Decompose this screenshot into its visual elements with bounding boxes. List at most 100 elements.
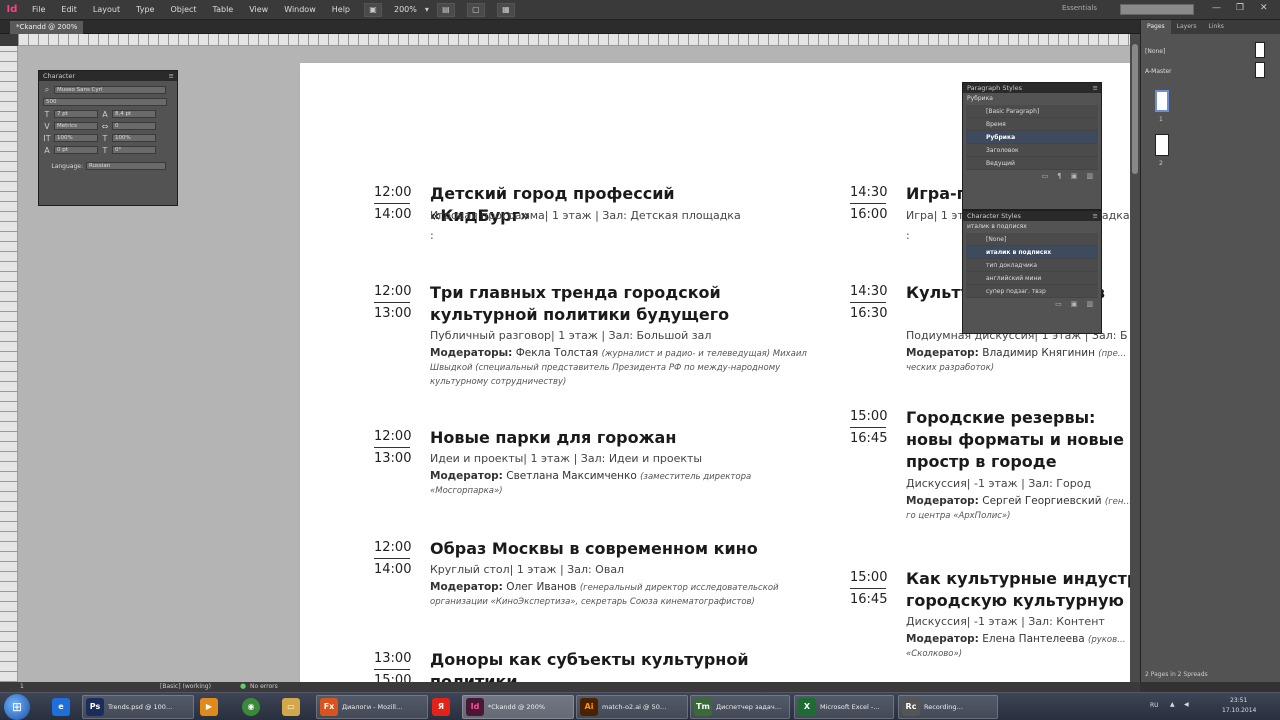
tab-layers[interactable]: Layers <box>1171 20 1203 34</box>
new-style-icon[interactable]: ▣ <box>1071 300 1078 308</box>
screen-mode-icon[interactable]: ▢ <box>466 2 485 17</box>
skew-field[interactable]: 0° <box>112 146 156 154</box>
a-master-label[interactable]: A-Master <box>1145 68 1172 75</box>
clear-overrides-icon[interactable]: ¶ <box>1057 172 1061 180</box>
schedule-entry[interactable]: 15:00 16:45 Как культурные индустр город… <box>850 568 1130 678</box>
end-time: 13:00 <box>374 451 412 466</box>
menu-type[interactable]: Type <box>128 0 162 20</box>
taskbar-task[interactable]: Ai match-o2.ai @ 50… <box>576 695 688 719</box>
paragraph-style-item[interactable]: Заголовок <box>966 144 1098 157</box>
folder-icon[interactable]: ▭ <box>1042 172 1049 180</box>
system-tray: RU ▲ ◀ 23:51 17.10.2014 <box>1150 693 1280 720</box>
schedule-entry[interactable]: 12:00 13:00 Три главных тренда городской… <box>374 282 814 392</box>
paragraph-styles-header[interactable]: Paragraph Styles ≡ <box>963 83 1101 93</box>
explorer-icon[interactable]: ▭ <box>278 695 304 719</box>
taskbar-task[interactable]: Rc Recording… <box>898 695 998 719</box>
character-style-item[interactable]: италик в подписях <box>966 246 1098 259</box>
vertical-scale-field[interactable]: 100% <box>54 134 98 142</box>
leading-field[interactable]: 8,4 pt <box>112 110 156 118</box>
preflight-profile[interactable]: [Basic] (working) <box>160 683 211 690</box>
bridge-icon[interactable]: ▣ <box>364 2 382 17</box>
taskbar-task-active[interactable]: Id *Ckandd @ 200% <box>462 695 574 719</box>
menu-edit[interactable]: Edit <box>53 0 85 20</box>
zoom-level[interactable]: 200% <box>388 5 423 14</box>
maximize-icon[interactable]: ❐ <box>1236 3 1244 13</box>
language-indicator[interactable]: RU <box>1150 702 1159 709</box>
kerning-field[interactable]: Metrics <box>54 122 98 130</box>
arrange-documents-icon[interactable]: ▦ <box>496 2 515 17</box>
menu-window[interactable]: Window <box>276 0 324 20</box>
paragraph-style-item[interactable]: Время <box>966 118 1098 131</box>
folder-icon[interactable]: ▭ <box>1055 300 1062 308</box>
schedule-entry[interactable]: 12:00 13:00 Новые парки для горожан Идеи… <box>374 427 814 507</box>
clock-time[interactable]: 23:51 <box>1230 697 1247 704</box>
character-style-item[interactable]: английский мини <box>966 272 1098 285</box>
ruler-origin[interactable] <box>0 34 18 46</box>
tracking-field[interactable]: 0 <box>112 122 156 130</box>
page-thumbnail[interactable] <box>1155 134 1169 156</box>
vertical-scrollbar-thumb[interactable] <box>1132 44 1138 174</box>
font-size-field[interactable]: 7 pt <box>54 110 98 118</box>
baseline-shift-field[interactable]: 0 pt <box>54 146 98 154</box>
schedule-entry[interactable]: 13:00 15:00 Доноры как субъекты культурн… <box>374 649 814 682</box>
start-button[interactable]: ⊞ <box>4 694 30 720</box>
schedule-entry[interactable]: 12:00 14:00 Детский город профессий «Кид… <box>374 183 794 263</box>
tab-pages[interactable]: Pages <box>1141 20 1171 34</box>
ie-icon[interactable]: e <box>48 695 74 719</box>
none-master-label[interactable]: [None] <box>1145 48 1165 55</box>
taskbar-task[interactable]: Tm Диспетчер задач… <box>690 695 790 719</box>
character-styles-header[interactable]: Character Styles ≡ <box>963 211 1101 221</box>
document-tab[interactable]: *Ckandd @ 200% <box>10 21 84 34</box>
workspace-switcher[interactable]: Essentials <box>1062 4 1097 12</box>
trash-icon[interactable]: ▥ <box>1086 300 1093 308</box>
none-master-thumbnail[interactable] <box>1255 42 1265 58</box>
trash-icon[interactable]: ▥ <box>1086 172 1093 180</box>
chrome-icon[interactable]: ◉ <box>238 695 264 719</box>
taskbar-task[interactable]: Fx Диалоги - Mozill… <box>316 695 428 719</box>
page-number-field[interactable]: 1 <box>20 683 24 690</box>
yandex-icon[interactable]: Я <box>428 695 454 719</box>
horizontal-ruler[interactable] <box>18 34 1130 46</box>
a-master-thumbnail[interactable] <box>1255 62 1265 78</box>
panel-menu-icon[interactable]: ≡ <box>169 71 174 81</box>
font-family-field[interactable]: Museo Sans Cyrl <box>54 86 166 94</box>
network-icon[interactable]: ▲ <box>1170 701 1175 708</box>
chevron-down-icon[interactable]: ▾ <box>423 5 431 14</box>
page-thumbnail[interactable] <box>1155 90 1169 112</box>
preflight-status[interactable]: No errors <box>250 683 278 690</box>
panel-menu-icon[interactable]: ≡ <box>1093 211 1098 221</box>
search-font-icon[interactable]: ⌕ <box>43 85 51 95</box>
character-style-item[interactable]: [None] <box>966 233 1098 246</box>
new-style-icon[interactable]: ▣ <box>1071 172 1078 180</box>
schedule-entry[interactable]: 15:00 16:45 Городские резервы: новы форм… <box>850 407 1130 537</box>
horizontal-scale-field[interactable]: 100% <box>112 134 156 142</box>
clock-date[interactable]: 17.10.2014 <box>1222 707 1256 714</box>
menu-file[interactable]: File <box>24 0 53 20</box>
menu-object[interactable]: Object <box>162 0 204 20</box>
media-player-icon[interactable]: ▶ <box>196 695 222 719</box>
taskbar-task[interactable]: X Microsoft Excel -… <box>794 695 894 719</box>
font-style-field[interactable]: 500 <box>43 98 167 106</box>
character-style-item[interactable]: тип докладчика <box>966 259 1098 272</box>
view-options-icon[interactable]: ▤ <box>436 2 455 17</box>
panel-menu-icon[interactable]: ≡ <box>1093 83 1098 93</box>
vertical-ruler[interactable] <box>0 46 18 682</box>
menu-layout[interactable]: Layout <box>85 0 128 20</box>
taskbar-task[interactable]: Ps Trends.psd @ 100… <box>82 695 194 719</box>
menu-table[interactable]: Table <box>205 0 242 20</box>
close-icon[interactable]: ✕ <box>1260 3 1268 13</box>
menu-help[interactable]: Help <box>324 0 358 20</box>
character-panel-header[interactable]: Character ≡ <box>39 71 177 81</box>
schedule-entry[interactable]: 12:00 14:00 Образ Москвы в современном к… <box>374 538 814 618</box>
menu-view[interactable]: View <box>241 0 276 20</box>
minimize-icon[interactable]: — <box>1212 3 1221 13</box>
paragraph-style-item[interactable]: Рубрика <box>966 131 1098 144</box>
paragraph-style-item[interactable]: [Basic Paragraph] <box>966 105 1098 118</box>
character-style-item[interactable]: супер подзаг. твзр <box>966 285 1098 298</box>
paragraph-style-item[interactable]: Ведущий <box>966 157 1098 170</box>
tab-links[interactable]: Links <box>1203 20 1230 34</box>
language-field[interactable]: Russian <box>86 162 166 170</box>
indesign-window: Id File Edit Layout Type Object Table Vi… <box>0 0 1280 720</box>
search-input[interactable] <box>1120 4 1194 15</box>
volume-icon[interactable]: ◀ <box>1184 701 1189 708</box>
